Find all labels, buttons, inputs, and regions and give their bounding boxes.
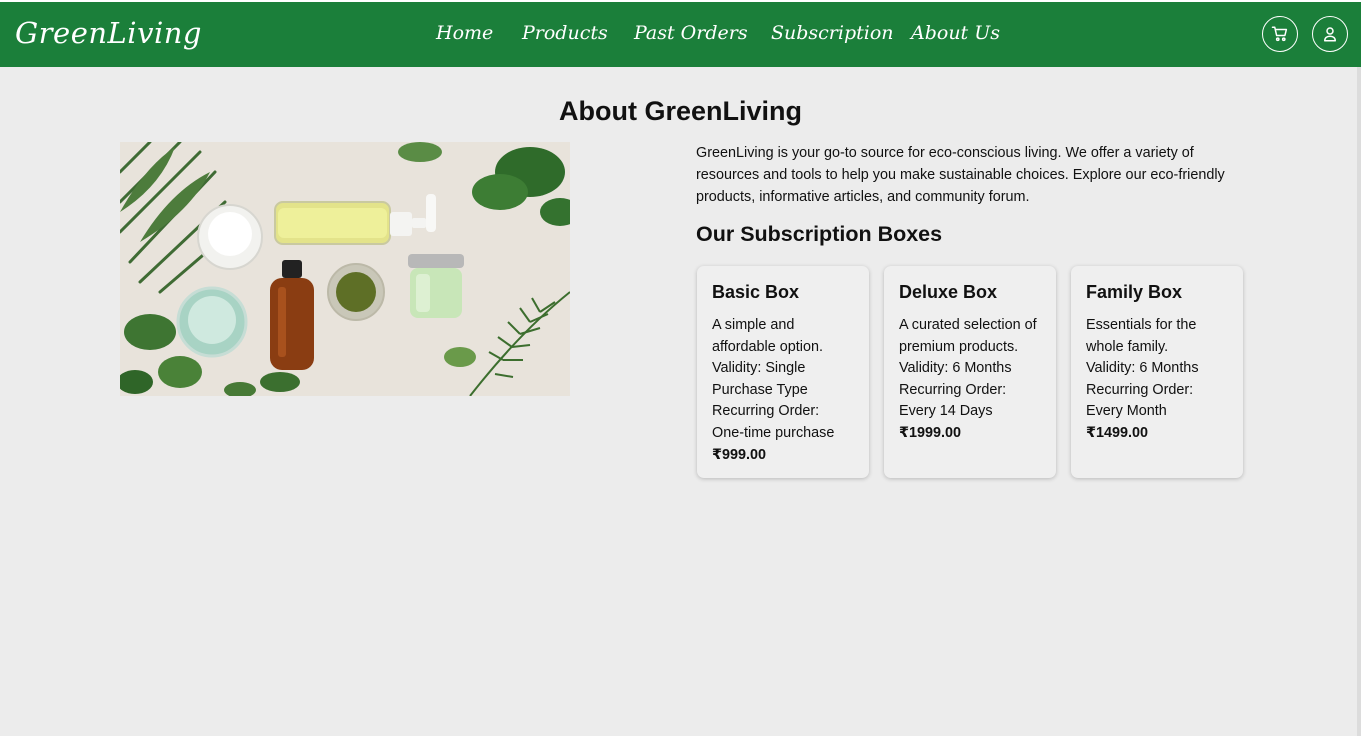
nav-home[interactable]: Home [436,22,493,44]
card-title: Family Box [1086,282,1183,302]
user-icon [1324,27,1336,42]
about-description: GreenLiving is your go-to source for eco… [696,145,1225,205]
card-price: ₹999.00 [712,446,767,463]
card-price: ₹1999.00 [899,424,962,441]
card-title: Deluxe Box [899,282,998,302]
nav-subscription[interactable]: Subscription [771,22,894,44]
card-description: A curated selection of premium products. [899,317,1037,355]
card-validity: Validity: 6 Months [899,360,1012,377]
card-validity: Validity: 6 Months [1086,360,1199,377]
nav-products[interactable]: Products [522,22,608,44]
profile-button[interactable] [1312,16,1348,52]
card-price: ₹1499.00 [1086,424,1149,441]
hero-image [120,142,570,396]
card-description: Essentials for the whole family. [1086,317,1197,355]
subscription-card-deluxe[interactable]: Deluxe Box A curated selection of premiu… [884,266,1056,478]
cart-button[interactable] [1262,16,1298,52]
nav-past-orders[interactable]: Past Orders [634,22,748,44]
subscription-card-basic[interactable]: Basic Box A simple and affordable option… [697,266,869,478]
card-validity: Validity: Single Purchase Type [712,360,808,398]
card-recurring: Recurring Order: One-time purchase [712,403,835,441]
nav-links: Home Products Past Orders Subscription A… [0,22,1361,52]
nav-about-us[interactable]: About Us [911,22,1000,44]
navbar: GreenLiving Home Products Past Orders Su… [0,2,1361,67]
eco-products-illustration [120,142,570,396]
page-title: About GreenLiving [559,96,802,126]
card-title: Basic Box [712,282,800,302]
subscription-card-family[interactable]: Family Box Essentials for the whole fami… [1071,266,1243,478]
card-recurring: Recurring Order: Every Month [1086,381,1194,420]
card-description: A simple and affordable option. [712,317,823,355]
subscription-heading: Our Subscription Boxes [696,222,943,246]
cart-icon [1271,26,1288,42]
card-recurring: Recurring Order: Every 14 Days [899,381,1007,420]
page-scrollbar[interactable] [1357,67,1361,736]
